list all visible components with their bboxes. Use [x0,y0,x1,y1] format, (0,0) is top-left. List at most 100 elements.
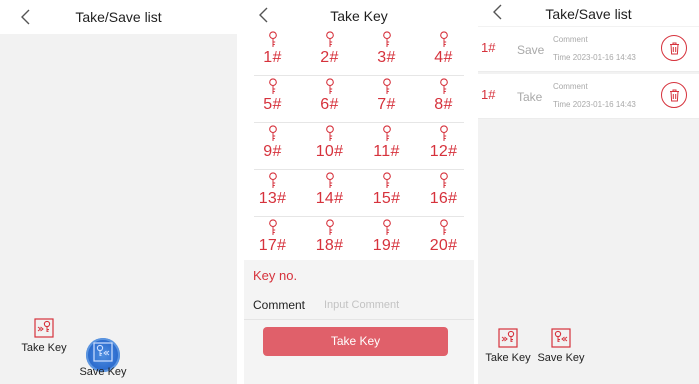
key-number: 12# [429,143,458,160]
key-slot[interactable]: 3# [358,31,415,66]
grid-row-divider [254,216,464,217]
key-icon [382,219,391,235]
nav-bar: Take/Save list [478,0,699,26]
key-icon [382,31,391,47]
key-grid: 1# 2# 3# 4# 5# 6# 7# 8# 9# 10# 11# 12# 13# 14# 15# 16# 1… [244,30,474,260]
take-save-list-screen: Take/Save list 1# Save Comment Time 2023… [478,0,699,384]
key-number: 11# [373,143,400,160]
comment-label: Comment [253,298,306,312]
key-icon [439,78,448,94]
take-key-screen: Take Key 1# 2# 3# 4# 5# 6# 7# 8# 9# 10# 11# 12# 13# 1… [244,0,474,384]
take-key-submit-button[interactable]: Take Key [263,327,448,356]
save-key-label: Save Key [79,366,127,378]
key-number: 15# [372,190,401,207]
key-slot[interactable]: 20# [415,219,472,254]
save-key-label: Save Key [537,352,585,364]
key-icon [325,125,334,141]
key-number: 13# [258,190,287,207]
page-title: Take Key [330,8,388,24]
key-slot[interactable]: 8# [415,78,472,113]
key-icon [268,219,277,235]
take-key-label: Take Key [485,352,531,364]
save-key-button[interactable]: Save Key [73,341,133,378]
key-slot[interactable]: 18# [301,219,358,254]
page-title: Take/Save list [75,9,162,25]
key-icon [439,31,448,47]
key-slot[interactable]: 7# [358,78,415,113]
key-slot[interactable]: 16# [415,172,472,207]
take-key-icon [498,328,518,348]
key-number: 20# [429,237,458,254]
take-key-button[interactable]: Take Key [14,317,74,354]
take-key-form: Key no. Comment Take Key [244,260,474,384]
take-key-icon [34,318,54,338]
key-number: 14# [315,190,344,207]
key-icon [382,78,391,94]
key-icon [382,125,391,141]
comment-row: Comment [244,290,474,320]
key-icon [268,172,277,188]
key-number: 3# [377,49,396,66]
key-icon [439,125,448,141]
key-number: 5# [263,96,282,113]
key-slot[interactable]: 12# [415,125,472,160]
record-comment: Comment [553,35,588,44]
key-slot[interactable]: 2# [301,31,358,66]
save-key-icon [93,342,113,362]
list-item[interactable]: 1# Save Comment Time 2023-01-16 14:43 [478,27,699,72]
key-number: 4# [434,49,453,66]
record-key-number: 1# [481,40,496,55]
key-number: 2# [320,49,339,66]
key-icon [325,172,334,188]
record-time: Time 2023-01-16 14:43 [553,53,636,62]
key-icon [439,172,448,188]
key-number: 17# [258,237,287,254]
trash-icon [670,89,679,102]
key-slot[interactable]: 13# [244,172,301,207]
key-icon [268,125,277,141]
grid-row-divider [254,122,464,123]
delete-record-button[interactable] [661,82,687,108]
delete-record-button[interactable] [661,35,687,61]
key-no-label: Key no. [253,268,298,283]
grid-row-divider [254,75,464,76]
key-icon [325,31,334,47]
key-slot[interactable]: 9# [244,125,301,160]
list-item[interactable]: 1# Take Comment Time 2023-01-16 14:43 [478,74,699,119]
save-key-icon [551,328,571,348]
take-key-label: Take Key [21,342,67,354]
key-number: 10# [315,143,344,160]
record-type: Save [517,43,545,57]
record-type: Take [517,90,543,104]
record-key-number: 1# [481,87,496,102]
key-slot[interactable]: 14# [301,172,358,207]
key-slot[interactable]: 6# [301,78,358,113]
key-slot[interactable]: 19# [358,219,415,254]
key-number: 8# [434,96,453,113]
key-slot[interactable]: 5# [244,78,301,113]
key-slot[interactable]: 11# [358,125,415,160]
nav-bar: Take/Save list [0,0,237,34]
key-number: 18# [315,237,344,254]
grid-row-divider [254,169,464,170]
comment-input[interactable] [324,295,464,315]
record-time: Time 2023-01-16 14:43 [553,100,636,109]
key-slot[interactable]: 1# [244,31,301,66]
key-icon [268,31,277,47]
key-number: 6# [320,96,339,113]
key-slot[interactable]: 10# [301,125,358,160]
key-number: 1# [263,49,282,66]
key-icon [439,219,448,235]
key-slot[interactable]: 4# [415,31,472,66]
save-key-button[interactable]: Save Key [531,327,591,364]
nav-bar: Take Key [244,0,474,30]
key-number: 9# [263,143,282,160]
key-number: 16# [429,190,458,207]
key-icon [382,172,391,188]
trash-icon [670,42,679,55]
key-slot[interactable]: 15# [358,172,415,207]
key-icon [268,78,277,94]
take-key-button[interactable]: Take Key [478,327,538,364]
key-icon [325,78,334,94]
key-slot[interactable]: 17# [244,219,301,254]
